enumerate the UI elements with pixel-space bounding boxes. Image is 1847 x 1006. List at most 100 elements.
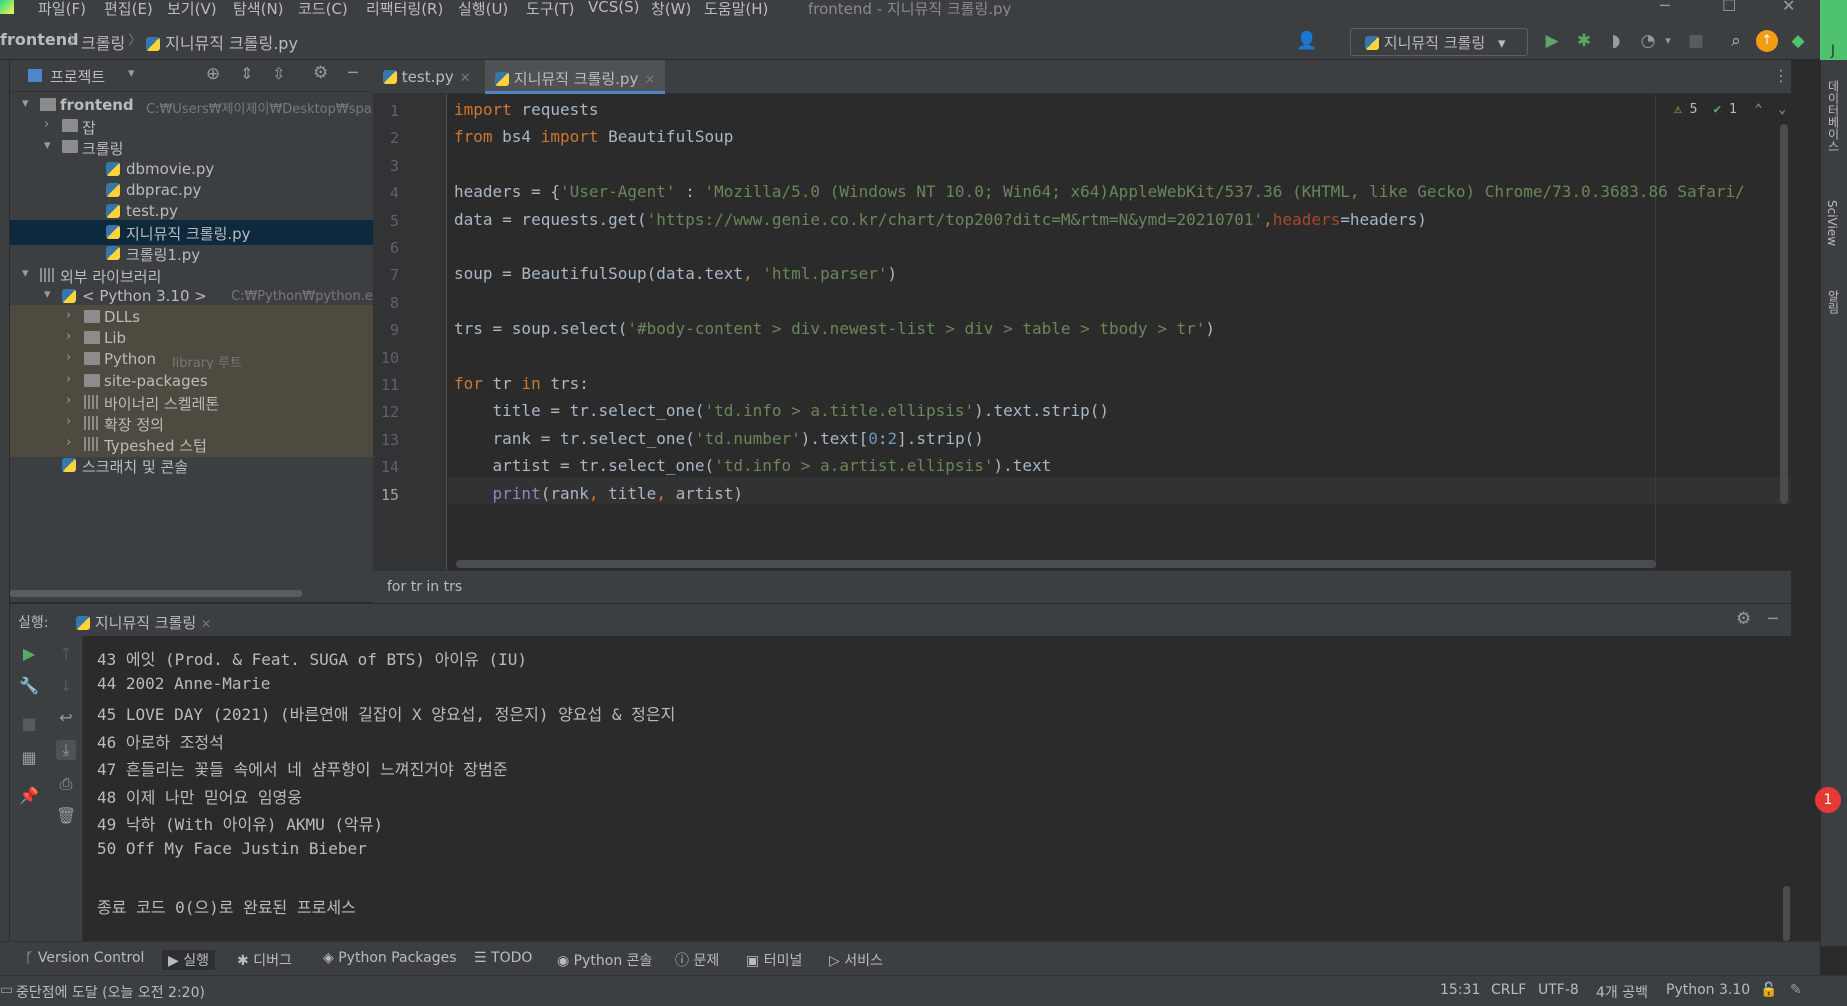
project-horizontal-scrollbar[interactable] [10,590,302,597]
tool-tab-problems[interactable]: ⓘ 문제 [675,950,719,970]
stop-icon[interactable]: ■ [19,714,39,733]
code-line: from bs4 import BeautifulSoup [454,127,734,147]
stop-icon[interactable]: ■ [1685,30,1707,52]
chevron-down-icon: ▾ [1497,34,1506,52]
indent-setting[interactable]: 4개 공백 [1596,982,1648,1002]
expand-all-icon[interactable]: ⇕ [240,64,253,83]
plugin-icon[interactable]: ◆ [1787,30,1809,52]
collapse-all-icon[interactable]: ⇳ [272,64,285,83]
pin-icon[interactable]: 📌 [19,786,39,805]
close-icon[interactable]: ✕ [644,73,655,88]
caret-position[interactable]: 15:31 [1440,982,1480,998]
tool-tab-python-packages[interactable]: ◈ Python Packages [323,950,457,966]
sciview-tool-tab[interactable]: SciView [1825,200,1839,246]
menu-vcs[interactable]: VCS(S) [588,0,639,16]
tab-label: 지니뮤직 크롤링.py [513,70,639,88]
profile-icon[interactable]: ◔ [1637,30,1659,52]
minimize-icon[interactable]: ─ [1660,0,1670,15]
maximize-icon[interactable]: ☐ [1722,0,1736,15]
close-window-icon[interactable]: ✕ [1782,0,1795,15]
tool-tab-services[interactable]: ▷ 서비스 [829,950,883,970]
tree-item-hint: C:₩Python₩python.exe [231,288,388,304]
editor-vertical-scrollbar[interactable] [1780,124,1788,504]
chevron-right-icon[interactable]: › [66,414,71,429]
chevron-up-icon[interactable]: ⌃ [1755,102,1763,117]
chevron-right-icon[interactable]: › [66,393,71,408]
soft-wrap-icon[interactable]: ↩ [56,708,76,727]
chevron-right-icon[interactable]: › [66,350,71,365]
coverage-icon[interactable]: ◗ [1605,30,1627,52]
inspection-widget[interactable]: ⚠ 5 ✔ 1 ⌃ ⌄ [1674,102,1786,117]
console-line: 종료 코드 0(으)로 완료된 프로세스 [97,897,356,917]
tab-test-py[interactable]: test.py ✕ [373,60,477,94]
hide-panel-icon[interactable]: ─ [1768,609,1778,628]
python-interpreter[interactable]: Python 3.10 [1666,982,1750,998]
tree-item[interactable]: 스크래치 및 콘솔 [10,453,373,478]
arrow-down-icon[interactable]: ↓ [56,676,76,695]
chevron-right-icon[interactable]: › [66,372,71,387]
tab-genie-crawling[interactable]: 지니뮤직 크롤링.py ✕ [485,60,665,94]
chevron-right-icon[interactable]: › [66,308,71,323]
search-icon[interactable]: ⌕ [1725,30,1747,52]
chevron-down-icon[interactable]: ▾ [22,96,29,111]
chevron-down-icon[interactable]: ⌄ [1778,102,1786,117]
line-separator[interactable]: CRLF [1491,982,1526,998]
database-tool-tab[interactable]: 데이터베이스 [1825,80,1842,152]
user-icon[interactable]: 👤 [1296,30,1318,52]
notification-badge[interactable]: 1 [1815,787,1841,813]
python-file-icon [106,246,120,261]
tool-tab-terminal[interactable]: ▣ 터미널 [746,950,802,970]
tool-tab-todo[interactable]: ☰ TODO [474,950,532,966]
status-toggle-icon[interactable]: ▭ [0,982,13,998]
chevron-right-icon[interactable]: › [44,117,49,132]
code-context-breadcrumb[interactable]: for tr in trs [387,579,462,595]
gear-icon[interactable]: ⚙ [1736,609,1751,629]
tool-tab-python-console[interactable]: ◉ Python 콘솔 [557,950,652,970]
chevron-down-icon[interactable]: ▾ [44,287,51,302]
more-tabs-icon[interactable]: ⋮ [1773,66,1789,85]
project-panel-title[interactable]: 프로젝트 [50,66,105,87]
close-icon[interactable]: ✕ [201,617,211,631]
code-editor[interactable]: import requests from bs4 import Beautiful… [448,94,1791,570]
chevron-down-icon[interactable]: ▾ [22,266,29,281]
locate-icon[interactable]: ⊕ [206,64,220,84]
chevron-down-icon[interactable]: ▾ [44,138,51,153]
file-encoding[interactable]: UTF-8 [1538,982,1579,998]
left-tool-strip [0,60,10,946]
editor-horizontal-scrollbar[interactable] [456,560,1656,568]
tool-tab-label: 서비스 [844,953,883,969]
layout-icon[interactable]: ▦ [19,748,39,767]
chevron-right-icon[interactable]: › [66,329,71,344]
notifications-tool-tab[interactable]: 알림 [1825,290,1842,314]
gear-icon[interactable]: ⚙ [313,63,328,83]
tool-tab-version-control[interactable]: ᚴ Version Control [25,950,144,966]
debug-icon[interactable]: ✱ [1573,30,1595,52]
rerun-icon[interactable]: ▶ [19,644,39,663]
tool-tab-debug[interactable]: ✱ 디버그 [237,950,292,970]
code-line: rank = tr.select_one('td.number').text[0… [454,428,984,448]
wrench-icon[interactable]: 🔧 [19,676,39,695]
run-console[interactable]: 43 에잇 (Prod. & Feat. SUGA of BTS) 아이유 (I… [83,636,1791,941]
status-message[interactable]: 중단점에 도달 (오늘 오전 2:20) [16,982,205,1002]
hide-panel-icon[interactable]: ─ [348,63,358,82]
breadcrumb-folder[interactable]: 크롤링 [81,30,125,54]
console-vertical-scrollbar[interactable] [1783,886,1790,941]
run-configuration-select[interactable]: 지니뮤직 크롤링 ▾ [1350,28,1528,56]
event-log-icon[interactable]: ✎ [1790,982,1802,998]
arrow-up-icon[interactable]: ↑ [56,644,76,663]
breadcrumb-project[interactable]: frontend [0,30,79,49]
run-icon[interactable]: ▶ [1541,30,1563,52]
breadcrumb-file-item[interactable]: 지니뮤직 크롤링.py [146,30,298,54]
chevron-down-icon[interactable]: ▾ [128,66,135,81]
chevron-right-icon[interactable]: › [66,435,71,450]
chevron-down-icon[interactable]: ▾ [1657,30,1679,52]
lock-icon[interactable]: 🔓 [1760,982,1777,998]
update-icon[interactable]: ↑ [1756,30,1778,52]
account-icon[interactable]: J [1822,40,1844,62]
tool-tab-run[interactable]: ▶ 실행 [162,950,215,970]
print-icon[interactable]: ⎙ [56,774,76,794]
close-icon[interactable]: ✕ [460,71,471,86]
scroll-to-end-icon[interactable]: ⤓ [56,740,76,760]
trash-icon[interactable]: 🗑 [56,806,76,825]
run-panel-label: 실행: [18,615,49,631]
